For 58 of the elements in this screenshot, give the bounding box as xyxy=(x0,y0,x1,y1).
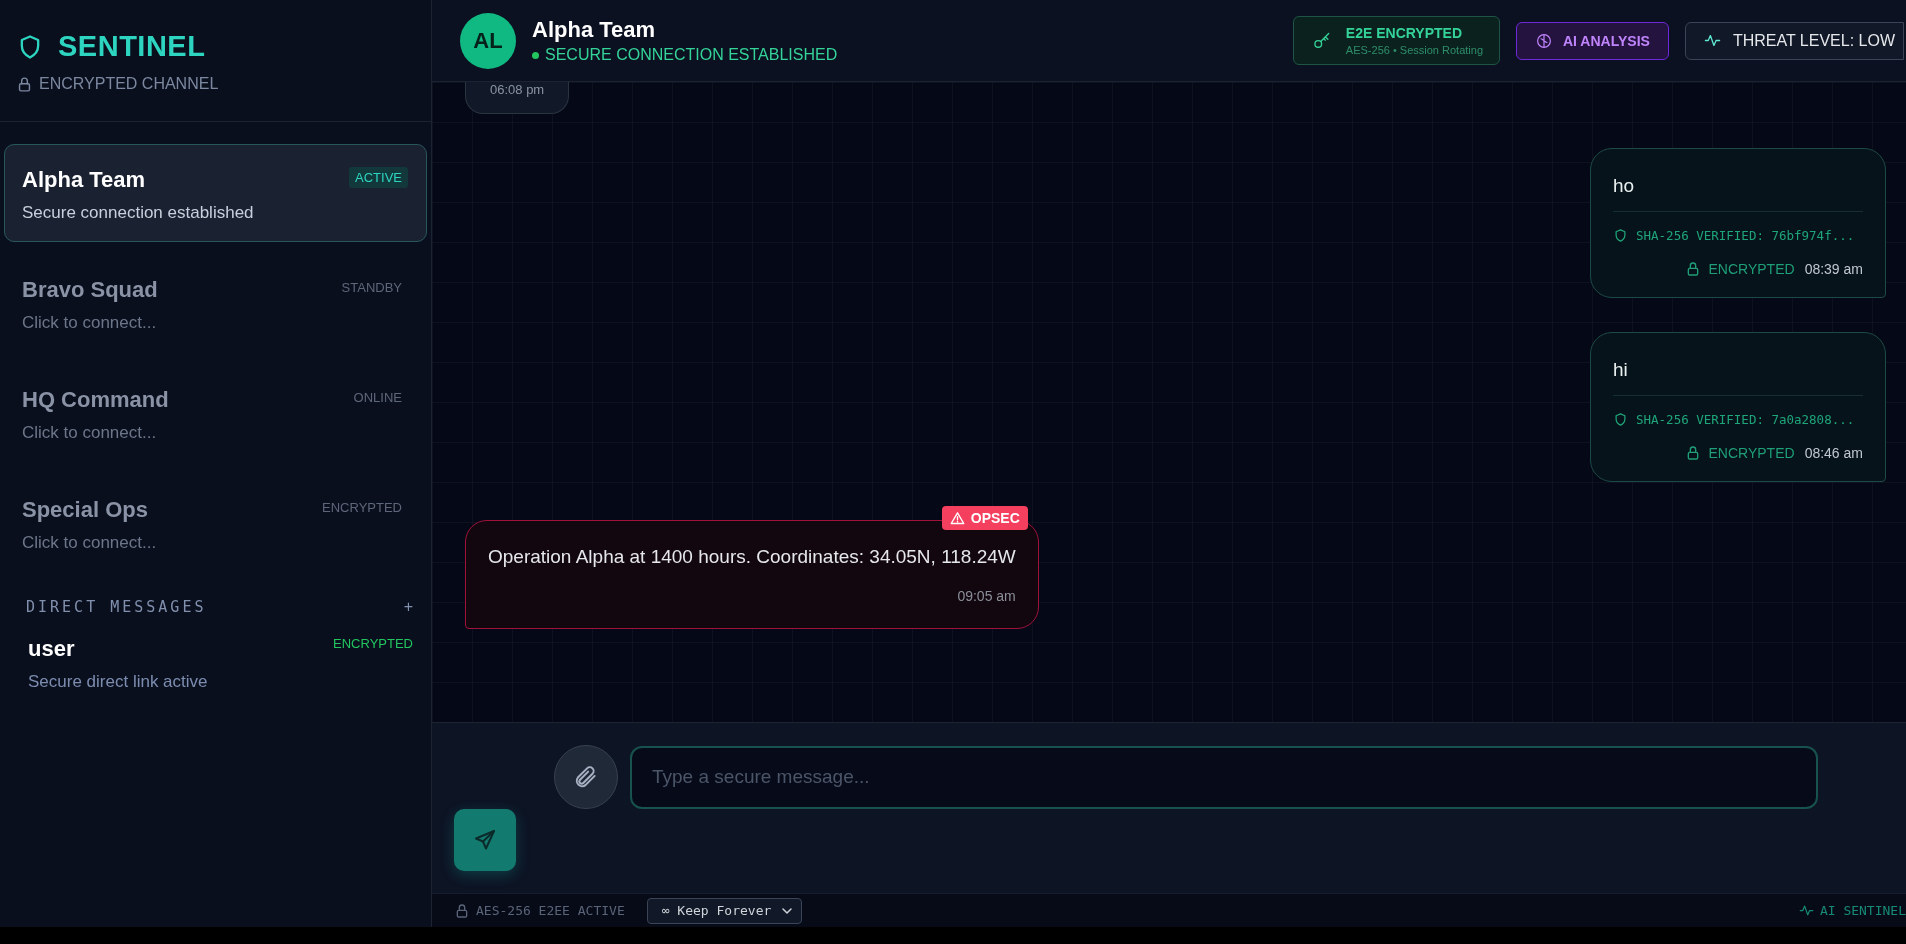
section-heading: DIRECT MESSAGES xyxy=(26,598,207,616)
add-button[interactable]: + xyxy=(403,598,413,616)
ai-status: AI SENTINEL xyxy=(1819,903,1906,918)
chat-title: Alpha Team xyxy=(532,17,657,43)
message-time: 08:39 am xyxy=(1804,261,1863,277)
channel-preview: Click to connect... xyxy=(22,533,157,553)
contact-preview: Secure direct link active xyxy=(28,672,208,692)
encrypted-label: ENCRYPTED xyxy=(1708,261,1795,277)
key-icon xyxy=(1311,30,1332,51)
message-text: hi xyxy=(1613,359,1629,381)
channel-subtitle: ENCRYPTED CHANNEL xyxy=(39,75,219,93)
encrypted-label: ENCRYPTED xyxy=(1708,445,1795,461)
retention-dropdown[interactable]: ∞ Keep Forever xyxy=(646,897,803,924)
channel-item[interactable]: Alpha Team Secure connection established ACTIVE xyxy=(4,144,427,242)
message-time: 06:08 pm xyxy=(490,82,545,97)
channel-name: Alpha Team xyxy=(22,167,147,193)
message-text: ho xyxy=(1613,175,1636,197)
threat-level-button[interactable]: THREAT LEVEL: LOW xyxy=(1684,21,1904,60)
channel-name: HQ Command xyxy=(22,387,169,413)
pulse-icon xyxy=(1798,903,1814,918)
message-time: 09:05 am xyxy=(956,588,1016,604)
ai-analysis-button[interactable]: AI ANALYSIS xyxy=(1516,21,1669,60)
channel-item[interactable]: Special Ops Click to connect... ENCRYPTED xyxy=(4,474,427,572)
status-dot xyxy=(532,51,539,59)
encryption-status: AES-256 E2EE ACTIVE xyxy=(476,903,625,918)
warning-icon xyxy=(949,510,965,526)
send-icon xyxy=(473,828,497,852)
channel-item[interactable]: HQ Command Click to connect... ONLINE xyxy=(4,364,427,462)
channel-preview: Click to connect... xyxy=(22,313,158,333)
status-label: ENCRYPTED xyxy=(333,636,413,651)
send-button[interactable] xyxy=(454,809,516,871)
hash-label: SHA-256 VERIFIED: 7a0a2808... xyxy=(1636,412,1855,427)
contact-name: user xyxy=(28,636,76,662)
connection-status: SECURE CONNECTION ESTABLISHED xyxy=(545,46,838,64)
status-label: ENCRYPTED xyxy=(321,499,403,517)
lock-icon xyxy=(16,75,33,93)
badge-title: E2E ENCRYPTED xyxy=(1345,25,1464,41)
lock-icon xyxy=(454,902,470,919)
opsec-badge: OPSEC xyxy=(941,506,1028,530)
shield-icon xyxy=(1613,228,1628,243)
status-label: STANDBY xyxy=(340,279,403,297)
shield-icon xyxy=(1613,412,1628,427)
channel-name: Bravo Squad xyxy=(22,277,158,303)
direct-message-item[interactable]: user Secure direct link active ENCRYPTED xyxy=(0,616,431,692)
app-title: SENTINEL xyxy=(58,30,206,63)
pulse-icon xyxy=(1703,32,1721,49)
message-text: Operation Alpha at 1400 hours. Coordinates: 34.05N, 118.24W xyxy=(488,546,1016,568)
channel-item[interactable]: Bravo Squad Click to connect... STANDBY xyxy=(4,254,427,352)
channel-preview: Click to connect... xyxy=(22,423,158,443)
message-time: 08:46 am xyxy=(1804,445,1863,461)
team-avatar: AL xyxy=(460,12,516,69)
channel-name: Special Ops xyxy=(22,497,149,523)
status-label: ONLINE xyxy=(352,389,403,407)
hash-label: SHA-256 VERIFIED: 76bf974f... xyxy=(1636,228,1855,243)
message-input[interactable]: Type a secure message... xyxy=(630,745,1818,809)
badge-subtitle: AES-256 • Session Rotating xyxy=(1345,44,1483,56)
channel-preview: Secure connection established xyxy=(22,203,254,223)
status-label: ACTIVE xyxy=(349,167,408,188)
